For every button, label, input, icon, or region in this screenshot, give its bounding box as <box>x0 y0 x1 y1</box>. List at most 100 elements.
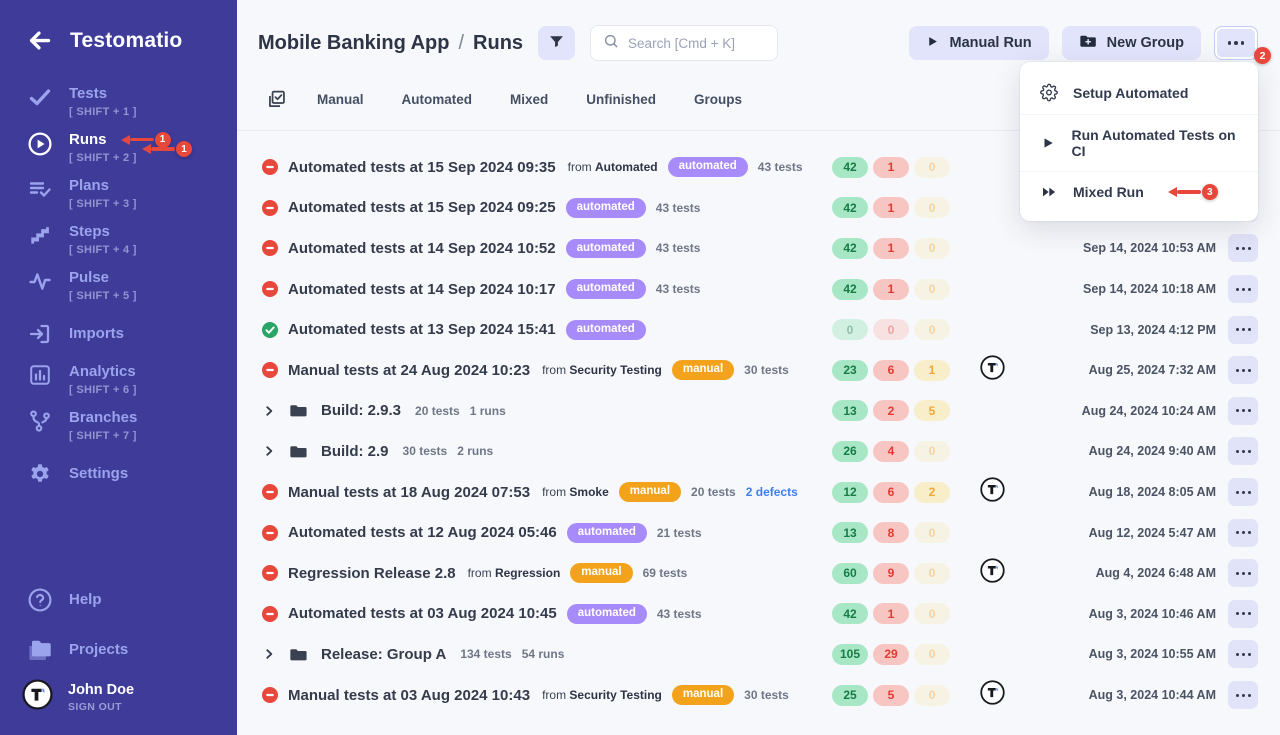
menu-item-label: Setup Automated <box>1073 85 1188 101</box>
filter-button[interactable] <box>538 26 575 60</box>
annotation-arrowhead <box>121 135 130 145</box>
search-box <box>590 25 778 61</box>
run-source: from Regression <box>468 566 561 580</box>
ellipsis-icon <box>1236 369 1251 372</box>
manual-run-button[interactable]: Manual Run <box>909 26 1048 60</box>
run-date: Sep 13, 2024 4:12 PM <box>1028 323 1216 337</box>
sidebar-item-pulse[interactable]: Pulse [ SHIFT + 5 ] <box>0 268 237 302</box>
more-actions-button[interactable] <box>1214 26 1258 60</box>
new-group-button[interactable]: New Group <box>1062 26 1201 60</box>
run-row[interactable]: Automated tests at 03 Aug 2024 10:45auto… <box>237 594 1280 635</box>
failed-count-pill: 1 <box>873 238 909 259</box>
run-row[interactable]: Automated tests at 14 Sep 2024 10:52auto… <box>237 228 1280 269</box>
passed-count-pill: 26 <box>832 441 868 462</box>
tab-manual[interactable]: Manual <box>317 92 364 107</box>
sidebar-item-branches[interactable]: Branches[ SHIFT + 7 ] <box>0 408 237 442</box>
sidebar-item-shortcut: [ SHIFT + 3 ] <box>69 198 137 210</box>
select-runs-icon[interactable] <box>266 89 287 110</box>
menu-item-run-automated-tests-on-ci[interactable]: Run Automated Tests on CI <box>1020 114 1258 171</box>
row-more-button[interactable] <box>1228 640 1258 668</box>
run-row[interactable]: Manual tests at 24 Aug 2024 10:23from Se… <box>237 350 1280 391</box>
sidebar-item-label: Pulse <box>69 268 109 287</box>
run-date: Sep 14, 2024 10:53 AM <box>1028 241 1216 255</box>
run-row[interactable]: Regression Release 2.8from Regressionman… <box>237 553 1280 594</box>
row-more-button[interactable] <box>1228 600 1258 628</box>
row-more-button[interactable] <box>1228 478 1258 506</box>
group-title: Build: 2.9 <box>321 443 389 460</box>
status-failed-icon <box>262 200 278 216</box>
sidebar-item-analytics[interactable]: Analytics[ SHIFT + 6 ] <box>0 362 237 396</box>
row-more-button[interactable] <box>1228 234 1258 262</box>
breadcrumb-project[interactable]: Mobile Banking App <box>258 32 449 55</box>
run-row[interactable]: Automated tests at 13 Sep 2024 15:41auto… <box>237 309 1280 350</box>
expand-chevron-icon[interactable] <box>262 647 276 661</box>
run-row[interactable]: Automated tests at 12 Aug 2024 05:46auto… <box>237 512 1280 553</box>
skipped-count-pill: 0 <box>914 441 950 462</box>
row-more-button[interactable] <box>1228 519 1258 547</box>
ellipsis-icon <box>1236 612 1251 615</box>
sidebar-item-shortcut: [ SHIFT + 5 ] <box>69 290 137 302</box>
menu-item-mixed-run[interactable]: Mixed Run3 <box>1020 171 1258 212</box>
sidebar-item-projects[interactable]: Projects <box>0 636 237 663</box>
row-more-button[interactable] <box>1228 356 1258 384</box>
help-icon <box>27 587 53 613</box>
sidebar-item-runs[interactable]: Runs1[ SHIFT + 2 ] <box>0 130 237 164</box>
group-row[interactable]: Build: 2.9.320 tests1 runs1325Aug 24, 20… <box>237 391 1280 432</box>
top-actions: Manual Run New Group <box>909 26 1258 60</box>
user-avatar <box>22 679 53 715</box>
play-circle-icon <box>27 131 53 157</box>
run-stats: 1380 <box>832 522 956 543</box>
run-row[interactable]: Automated tests at 14 Sep 2024 10:17auto… <box>237 269 1280 310</box>
tab-automated[interactable]: Automated <box>402 92 473 107</box>
sidebar-user[interactable]: John Doe SIGN OUT <box>0 679 237 735</box>
run-date: Sep 14, 2024 10:18 AM <box>1028 282 1216 296</box>
run-title: Automated tests at 14 Sep 2024 10:52 <box>288 240 556 257</box>
sidebar-item-steps[interactable]: Steps[ SHIFT + 4 ] <box>0 222 237 256</box>
ellipsis-icon <box>1236 247 1251 250</box>
group-runs-count: 54 runs <box>522 647 565 661</box>
back-arrow-icon[interactable] <box>26 27 53 54</box>
row-more-button[interactable] <box>1228 397 1258 425</box>
menu-item-setup-automated[interactable]: Setup Automated <box>1020 71 1258 114</box>
sidebar-item-settings[interactable]: Settings <box>0 461 237 486</box>
row-more-button[interactable] <box>1228 559 1258 587</box>
ellipsis-icon <box>1236 653 1251 656</box>
sidebar-item-help[interactable]: Help <box>0 586 237 613</box>
expand-chevron-icon[interactable] <box>262 404 276 418</box>
search-input[interactable] <box>628 36 765 51</box>
gear-menu-icon <box>1040 83 1058 102</box>
row-more-button[interactable] <box>1228 275 1258 303</box>
failed-count-pill: 4 <box>873 441 909 462</box>
sidebar-item-shortcut: [ SHIFT + 7 ] <box>69 430 137 442</box>
tab-mixed[interactable]: Mixed <box>510 92 548 107</box>
breadcrumb: Mobile Banking App / Runs <box>258 32 523 55</box>
row-more-button[interactable] <box>1228 437 1258 465</box>
run-stats: 4210 <box>832 238 956 259</box>
import-icon <box>27 322 53 346</box>
run-stats: 4210 <box>832 603 956 624</box>
branch-icon <box>27 409 53 433</box>
app-root: Testomatio Tests[ SHIFT + 1 ]Runs1[ SHIF… <box>0 0 1280 735</box>
passed-count-pill: 60 <box>832 563 868 584</box>
group-row[interactable]: Release: Group A134 tests54 runs105290Au… <box>237 634 1280 675</box>
sidebar-item-imports[interactable]: Imports <box>0 321 237 346</box>
ellipsis-icon <box>1228 41 1245 45</box>
breadcrumb-separator: / <box>458 32 464 55</box>
failed-count-pill: 29 <box>873 644 909 665</box>
run-row[interactable]: Manual tests at 18 Aug 2024 07:53from Sm… <box>237 472 1280 513</box>
run-row[interactable]: Manual tests at 03 Aug 2024 10:43from Se… <box>237 675 1280 716</box>
tab-unfinished[interactable]: Unfinished <box>586 92 656 107</box>
sidebar-item-plans[interactable]: Plans[ SHIFT + 3 ] <box>0 176 237 210</box>
run-title: Automated tests at 15 Sep 2024 09:35 <box>288 159 556 176</box>
sign-out-button[interactable]: SIGN OUT <box>68 701 134 713</box>
sidebar-nav: Tests[ SHIFT + 1 ] Runs1[ SHIFT + 2 ] Plan… <box>0 84 237 679</box>
row-more-button[interactable] <box>1228 681 1258 709</box>
sidebar-item-tests[interactable]: Tests[ SHIFT + 1 ] <box>0 84 237 118</box>
row-more-button[interactable] <box>1228 316 1258 344</box>
expand-chevron-icon[interactable] <box>262 444 276 458</box>
tab-groups[interactable]: Groups <box>694 92 742 107</box>
group-row[interactable]: Build: 2.930 tests2 runs2640Aug 24, 2024… <box>237 431 1280 472</box>
defects-link[interactable]: 2 defects <box>746 485 798 499</box>
run-title: Automated tests at 03 Aug 2024 10:45 <box>288 605 557 622</box>
passed-count-pill: 23 <box>832 360 868 381</box>
